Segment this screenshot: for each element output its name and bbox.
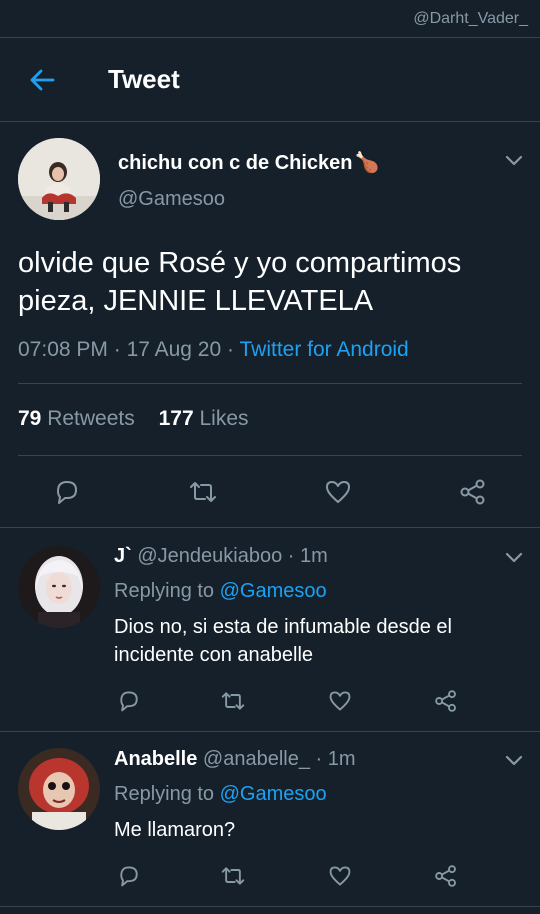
divider: [18, 383, 522, 384]
heart-icon: [329, 691, 351, 711]
tweet-time: 07:08 PM: [18, 338, 108, 361]
reply-header: J` @Jendeukiaboo · 1m: [114, 545, 328, 568]
retweet-button[interactable]: [188, 478, 218, 506]
meta-separator: ·: [227, 338, 235, 361]
like-button[interactable]: [324, 478, 352, 506]
tweet-date: 17 Aug 20: [126, 338, 222, 361]
tweet-stats: 79 Retweets 177 Likes: [18, 407, 249, 431]
retweets-stat[interactable]: 79 Retweets: [18, 407, 135, 430]
likes-count: 177: [158, 407, 194, 430]
more-options-button[interactable]: [504, 551, 524, 565]
reply-button[interactable]: [53, 478, 81, 506]
heart-icon: [326, 481, 350, 503]
reply-text: Me llamaron?: [114, 819, 236, 841]
reply-avatar[interactable]: [18, 546, 100, 628]
watermark-text: @Darht_Vader_: [413, 10, 528, 27]
watermark-bar: @Darht_Vader_: [0, 0, 540, 38]
like-button[interactable]: [328, 689, 352, 713]
arrow-left-icon: [30, 69, 55, 91]
retweet-icon: [190, 482, 216, 502]
retweets-label: Retweets: [47, 407, 135, 430]
reply-header: Anabelle @anabelle_ · 1m: [114, 748, 356, 771]
share-button[interactable]: [434, 689, 458, 713]
speech-bubble-icon: [120, 866, 138, 887]
reply-author-name[interactable]: Anabelle: [114, 748, 197, 770]
replying-mention-link[interactable]: @Gamesoo: [220, 580, 327, 602]
author-handle[interactable]: @Gamesoo: [118, 188, 225, 211]
tweet-meta: 07:08 PM · 17 Aug 20 · Twitter for Andro…: [18, 338, 409, 362]
share-button[interactable]: [459, 478, 487, 506]
reply-avatar[interactable]: [18, 748, 100, 830]
author-name-text: chichu con c de Chicken: [118, 152, 353, 174]
divider: [0, 906, 540, 907]
replying-label: Replying to: [114, 580, 215, 602]
chevron-down-icon: [505, 755, 523, 766]
reply-author-name[interactable]: J`: [114, 545, 132, 567]
like-button[interactable]: [328, 864, 352, 888]
page-title: Tweet: [108, 64, 180, 94]
speech-bubble-icon: [120, 691, 138, 712]
header-bar: Tweet: [0, 38, 540, 122]
reply-author-handle[interactable]: @anabelle_: [203, 748, 310, 770]
replying-label: Replying to: [114, 783, 215, 805]
back-button[interactable]: [28, 66, 56, 94]
replying-mention-link[interactable]: @Gamesoo: [220, 783, 327, 805]
more-options-button[interactable]: [504, 754, 524, 768]
retweet-icon: [221, 867, 245, 885]
tweet-text: olvide que Rosé y yo compartimos pieza, …: [18, 247, 462, 317]
author-name[interactable]: chichu con c de Chicken 🍗: [118, 150, 379, 175]
speech-bubble-icon: [57, 481, 77, 504]
reply-time: · 1m: [315, 748, 356, 770]
retweet-button[interactable]: [220, 864, 246, 888]
reply-text: Dios no, si esta de infumable desde el i…: [114, 616, 452, 666]
retweet-button[interactable]: [220, 689, 246, 713]
divider: [18, 455, 522, 456]
reply-button[interactable]: [117, 689, 141, 713]
share-icon: [435, 690, 456, 712]
retweet-icon: [221, 692, 245, 710]
divider: [0, 731, 540, 732]
chevron-down-icon: [505, 155, 523, 166]
share-icon: [460, 479, 485, 505]
replying-to: Replying to @Gamesoo: [114, 580, 327, 603]
likes-stat[interactable]: 177 Likes: [159, 407, 249, 430]
reply-author-handle[interactable]: @Jendeukiaboo: [137, 545, 282, 567]
reply-button[interactable]: [117, 864, 141, 888]
chevron-down-icon: [505, 552, 523, 563]
share-icon: [435, 865, 456, 887]
replying-to: Replying to @Gamesoo: [114, 783, 327, 806]
drumstick-emoji: 🍗: [354, 152, 380, 174]
reply-time: · 1m: [287, 545, 328, 567]
meta-separator: ·: [113, 338, 121, 361]
tweet-client-link[interactable]: Twitter for Android: [239, 338, 408, 361]
heart-icon: [329, 866, 351, 886]
divider: [0, 527, 540, 528]
author-avatar[interactable]: [18, 138, 100, 220]
share-button[interactable]: [434, 864, 458, 888]
more-options-button[interactable]: [504, 154, 524, 168]
likes-label: Likes: [199, 407, 249, 430]
retweets-count: 79: [18, 407, 42, 430]
